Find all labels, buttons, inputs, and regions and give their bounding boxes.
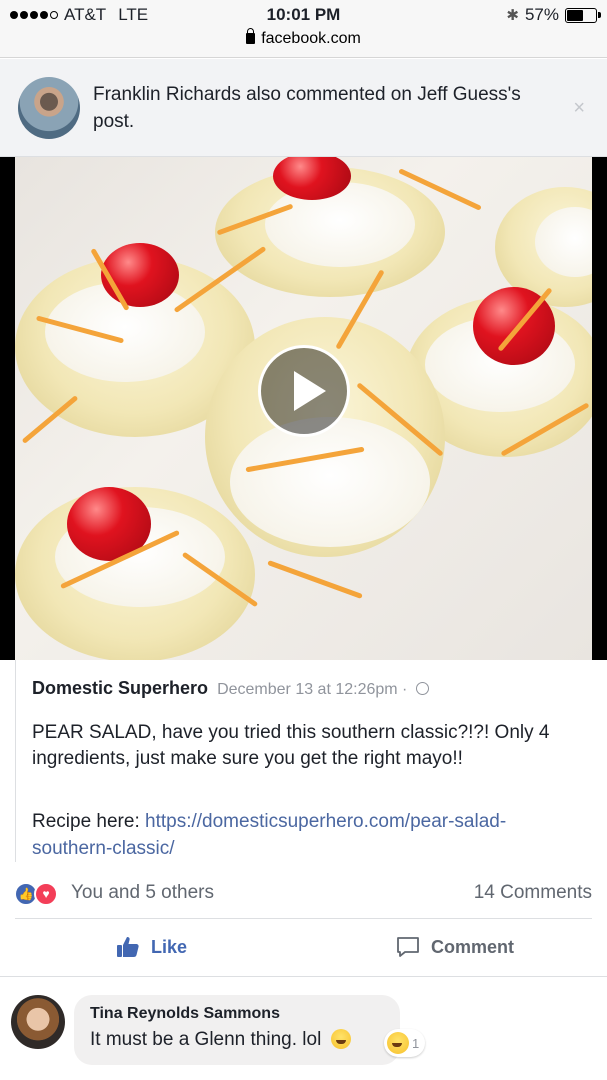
like-label: Like — [151, 936, 188, 957]
ios-status-bar: AT&T LTE 10:01 PM facebook.com ✱ 57% — [0, 0, 607, 58]
reaction-icons: 👍 ♥ — [14, 882, 58, 906]
notification-text: Franklin Richards also commented on Jeff… — [93, 84, 521, 132]
comment-text: It must be a Glenn thing. lol — [90, 1029, 322, 1050]
comment-author[interactable]: Tina Reynolds Sammons — [90, 1005, 384, 1023]
battery-icon — [565, 7, 601, 23]
comment-icon — [397, 937, 419, 957]
post-video[interactable] — [0, 157, 607, 660]
bluetooth-icon: ✱ — [506, 7, 519, 24]
haha-reaction-icon — [387, 1032, 409, 1054]
grinning-emoji-icon — [330, 1029, 351, 1049]
battery-percent: 57% — [524, 5, 559, 24]
post-body: Domestic Superhero December 13 at 12:26p… — [15, 660, 592, 862]
battery-info: ✱ 57% — [506, 5, 601, 25]
globe-icon — [416, 682, 430, 695]
avatar — [18, 77, 80, 139]
comment-label: Comment — [431, 936, 515, 957]
comment-item: Tina Reynolds Sammons It must be a Glenn… — [0, 977, 607, 1080]
comment-reaction-pill[interactable]: 1 — [384, 1029, 426, 1057]
comment-bubble[interactable]: Tina Reynolds Sammons It must be a Glenn… — [74, 995, 400, 1065]
avatar[interactable] — [11, 995, 65, 1049]
url-text: facebook.com — [261, 30, 361, 47]
post-actions: Like Comment — [0, 919, 607, 976]
close-icon[interactable]: × — [573, 97, 585, 120]
post-timestamp[interactable]: December 13 at 12:26pm · — [217, 681, 407, 698]
comment-count[interactable]: 14 Comments — [474, 882, 592, 904]
address-bar[interactable]: facebook.com — [0, 28, 607, 48]
lock-icon — [246, 28, 256, 44]
comment-button[interactable]: Comment — [395, 935, 514, 959]
page-name[interactable]: Domestic Superhero — [32, 678, 208, 698]
notification-banner[interactable]: Franklin Richards also commented on Jeff… — [0, 59, 607, 157]
reaction-summary[interactable]: You and 5 others — [71, 882, 214, 904]
post-header: Domestic Superhero December 13 at 12:26p… — [32, 678, 430, 699]
comment-reaction-count: 1 — [412, 1035, 420, 1051]
recipe-label: Recipe here: — [32, 811, 146, 832]
reactions-bar[interactable]: 👍 ♥ You and 5 others 14 Comments — [0, 868, 607, 918]
thumbs-up-icon — [117, 937, 139, 957]
like-button[interactable]: Like — [115, 935, 187, 959]
love-reaction-icon: ♥ — [34, 882, 58, 906]
comment-text-line: It must be a Glenn thing. lol — [90, 1029, 384, 1051]
play-button[interactable] — [258, 345, 350, 437]
recipe-line: Recipe here: https://domesticsuperhero.c… — [32, 808, 582, 862]
post-text: PEAR SALAD, have you tried this southern… — [32, 722, 550, 769]
